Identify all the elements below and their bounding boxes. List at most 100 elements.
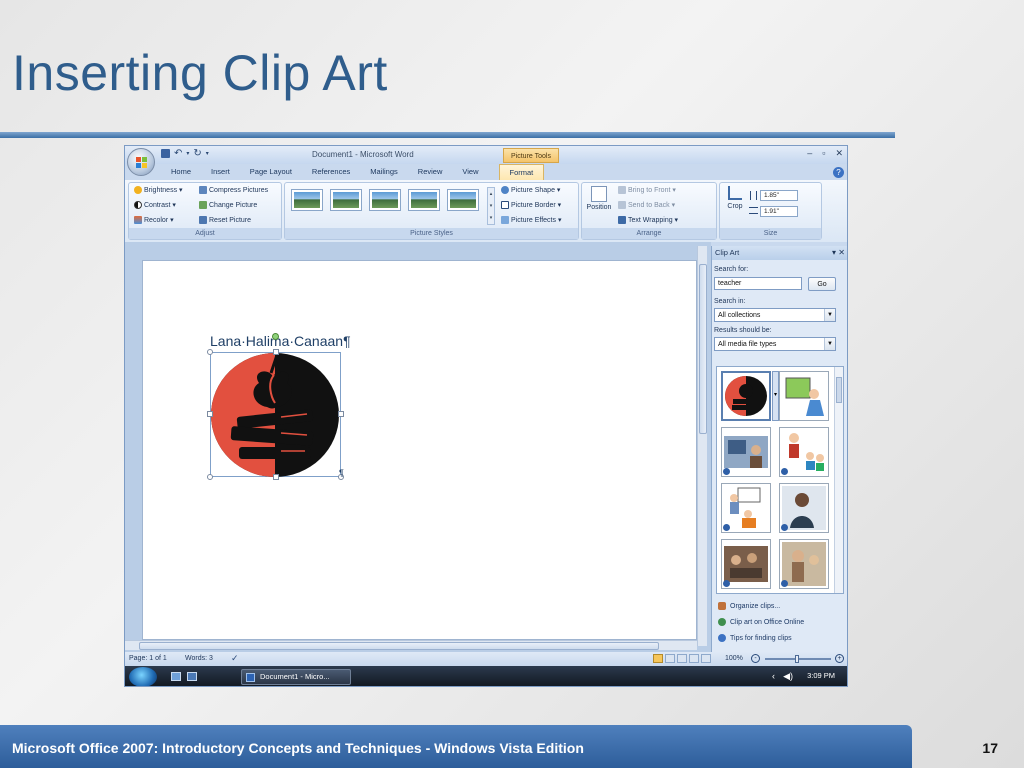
zoom-level[interactable]: 100%	[725, 655, 743, 662]
rotate-handle[interactable]	[272, 333, 279, 340]
reset-picture-button[interactable]: Reset Picture	[199, 216, 251, 224]
resize-handle-left[interactable]	[207, 411, 213, 417]
media-type-select[interactable]: All media file types ▼	[714, 337, 836, 351]
results-scrollbar[interactable]	[834, 367, 843, 593]
pane-options-icon[interactable]: ▾	[832, 248, 836, 257]
resize-handle-bottom-left[interactable]	[207, 474, 213, 480]
recolor-icon	[134, 216, 142, 224]
clip-art-result-classroom-photo[interactable]	[721, 427, 771, 477]
height-field[interactable]: 1.85"	[760, 190, 798, 201]
start-button[interactable]	[129, 667, 157, 686]
tab-home[interactable]: Home	[161, 164, 201, 180]
clip-art-result-classroom-group[interactable]	[721, 539, 771, 589]
send-to-back-button[interactable]: Send to Back ▾	[618, 201, 675, 209]
show-desktop-icon[interactable]	[171, 672, 181, 681]
chevron-down-icon[interactable]: ▾	[186, 150, 189, 157]
change-picture-button[interactable]: Change Picture	[199, 201, 257, 209]
selected-clip-art-picture[interactable]	[207, 333, 344, 480]
vertical-scrollbar[interactable]	[697, 246, 707, 646]
volume-icon[interactable]: ◀)	[783, 671, 793, 682]
clip-art-result-apple-books[interactable]	[721, 371, 771, 421]
taskbar-word-document[interactable]: Document1 - Micro...	[241, 669, 351, 685]
redo-icon[interactable]: ↻	[193, 148, 201, 159]
horizontal-scrollbar[interactable]	[125, 640, 697, 650]
zoom-in-icon[interactable]: +	[835, 654, 844, 663]
office-button[interactable]	[127, 148, 155, 176]
picture-style-2[interactable]	[330, 189, 362, 211]
tab-page-layout[interactable]: Page Layout	[240, 164, 302, 180]
close-button[interactable]: ✕	[835, 148, 843, 159]
proofing-icon[interactable]: ✓	[231, 653, 239, 664]
clip-art-result-teacher-pointing[interactable]	[779, 539, 829, 589]
undo-icon[interactable]: ↶	[174, 148, 182, 159]
picture-style-1[interactable]	[291, 189, 323, 211]
recolor-button[interactable]: Recolor ▾	[134, 216, 174, 224]
pane-close-icon[interactable]: ✕	[838, 248, 845, 257]
position-button[interactable]: Position	[586, 186, 612, 211]
page-count[interactable]: Page: 1 of 1	[129, 655, 167, 662]
search-in-select[interactable]: All collections ▼	[714, 308, 836, 322]
word-count[interactable]: Words: 3	[185, 655, 213, 662]
print-layout-view-icon[interactable]	[653, 654, 663, 663]
clip-art-result-teacher-board[interactable]	[779, 371, 829, 421]
tips-for-finding-clips-link[interactable]: Tips for finding clips	[718, 634, 792, 642]
resize-handle-bottom[interactable]	[273, 474, 279, 480]
web-layout-view-icon[interactable]	[677, 654, 687, 663]
clip-art-result-teacher-students[interactable]	[779, 427, 829, 477]
office-logo-icon	[136, 157, 147, 168]
help-icon	[718, 634, 726, 642]
horizontal-scroll-thumb[interactable]	[139, 642, 659, 650]
customize-qat-icon[interactable]: ▾	[206, 150, 209, 157]
zoom-out-icon[interactable]: -	[751, 654, 760, 663]
paragraph-mark: ¶	[339, 468, 344, 478]
help-icon[interactable]: ?	[833, 167, 844, 178]
clip-art-result-class-lesson[interactable]	[721, 483, 771, 533]
vertical-scroll-thumb[interactable]	[699, 264, 707, 434]
full-screen-view-icon[interactable]	[665, 654, 675, 663]
go-button[interactable]: Go	[808, 277, 836, 291]
clip-art-result-teacher-photo[interactable]	[779, 483, 829, 533]
maximize-button[interactable]: ▫	[822, 148, 825, 159]
tab-mailings[interactable]: Mailings	[360, 164, 408, 180]
tab-references[interactable]: References	[302, 164, 360, 180]
picture-style-5[interactable]	[447, 189, 479, 211]
outline-view-icon[interactable]	[689, 654, 699, 663]
contrast-button[interactable]: Contrast ▾	[134, 201, 176, 209]
resize-handle-right[interactable]	[338, 411, 344, 417]
brightness-button[interactable]: Brightness ▾	[134, 186, 183, 194]
picture-effects-button[interactable]: Picture Effects ▾	[501, 216, 561, 224]
window-title: Document1 - Microsoft Word	[312, 150, 414, 159]
picture-shape-button[interactable]: Picture Shape ▾	[501, 186, 560, 194]
picture-border-button[interactable]: Picture Border ▾	[501, 201, 561, 209]
search-input[interactable]: teacher	[714, 277, 802, 290]
result-dropdown-icon[interactable]: ▾	[772, 371, 779, 421]
minimize-button[interactable]: –	[807, 148, 812, 159]
compress-pictures-button[interactable]: Compress Pictures	[199, 186, 268, 194]
tab-review[interactable]: Review	[408, 164, 453, 180]
picture-style-4[interactable]	[408, 189, 440, 211]
bring-to-front-button[interactable]: Bring to Front ▾	[618, 186, 676, 194]
tab-view[interactable]: View	[452, 164, 488, 180]
gallery-scroll[interactable]: ▴ ▾ ▾	[487, 187, 495, 225]
tray-chevron-icon[interactable]: ‹	[772, 671, 775, 681]
picture-style-3[interactable]	[369, 189, 401, 211]
resize-handle-top[interactable]	[273, 349, 279, 355]
crop-button[interactable]: Crop	[724, 186, 746, 210]
resize-handle-top-left[interactable]	[207, 349, 213, 355]
organize-clips-link[interactable]: Organize clips...	[718, 602, 780, 610]
zoom-slider-thumb[interactable]	[795, 655, 799, 663]
save-icon[interactable]	[161, 149, 170, 158]
text-wrapping-button[interactable]: Text Wrapping ▾	[618, 216, 678, 224]
width-field[interactable]: 1.91"	[760, 206, 798, 217]
results-scroll-thumb[interactable]	[836, 377, 842, 403]
footer-text: Microsoft Office 2007: Introductory Conc…	[12, 740, 584, 756]
title-bar: ↶ ▾ ↻ ▾ Document1 - Microsoft Word Pictu…	[125, 146, 847, 164]
document-page[interactable]: Lana·Halima·Canaan¶ ¶	[142, 260, 697, 640]
draft-view-icon[interactable]	[701, 654, 711, 663]
switch-windows-icon[interactable]	[187, 672, 197, 681]
clip-art-online-link[interactable]: Clip art on Office Online	[718, 618, 804, 626]
tab-format[interactable]: Format	[498, 164, 545, 180]
document-area: Lana·Halima·Canaan¶ ¶	[125, 242, 711, 652]
document-text[interactable]: Lana·Halima·Canaan¶	[210, 333, 351, 349]
tab-insert[interactable]: Insert	[201, 164, 240, 180]
